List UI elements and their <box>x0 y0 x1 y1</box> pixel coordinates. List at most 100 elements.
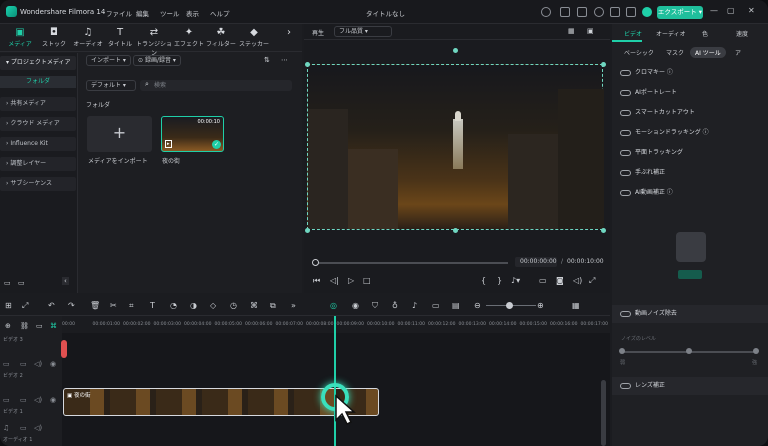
preview-video[interactable] <box>307 64 604 230</box>
timeline-scrollbar[interactable] <box>601 380 606 446</box>
mic-icon[interactable]: ♁ <box>392 301 398 310</box>
mute-icon[interactable]: ◁) <box>34 424 42 432</box>
sidebar-folder[interactable]: フォルダ <box>0 76 76 88</box>
crop-icon[interactable]: ⌗ <box>129 301 134 311</box>
tool-ai-enhance[interactable]: AI動画補正 ⓘ <box>620 187 673 199</box>
tab-speed[interactable]: 速度 <box>736 29 748 38</box>
zoom-out-icon[interactable]: ⊖ <box>474 301 481 310</box>
section-lens-correction[interactable]: レンズ補正 <box>612 377 768 395</box>
speed-icon[interactable]: ◔ <box>170 301 177 310</box>
tab-color[interactable]: 色 <box>702 29 708 38</box>
sidebar-project-media[interactable]: ▾ プロジェクトメディア <box>0 56 76 70</box>
preview-scrubber[interactable] <box>316 262 508 264</box>
toggle[interactable] <box>620 310 631 317</box>
play-icon[interactable]: ▷ <box>348 276 354 285</box>
toggle[interactable] <box>620 89 631 96</box>
minimize-icon[interactable]: — <box>710 6 718 15</box>
toolbar-stock[interactable]: ◘ ストック <box>38 27 70 48</box>
resize-handle[interactable] <box>305 62 310 67</box>
render-icon[interactable]: ◉ <box>352 301 359 310</box>
tool-stabilization[interactable]: 手ぶれ補正 <box>620 167 665 179</box>
snap-icon[interactable]: ◎ <box>330 301 337 310</box>
circle-icon[interactable] <box>541 7 551 17</box>
resize-handle[interactable] <box>305 228 310 233</box>
import-dropdown[interactable]: インポート ▾ <box>86 55 131 66</box>
subtab-more[interactable]: ア <box>735 48 741 57</box>
screen-icon[interactable]: ▭ <box>432 301 440 310</box>
marker-icon[interactable]: ⛉ <box>372 301 378 311</box>
toggle[interactable] <box>620 109 631 116</box>
search-input[interactable]: 検索 <box>140 80 292 91</box>
toolbar-filter[interactable]: ☘ フィルター <box>205 27 237 48</box>
toolbar-audio[interactable]: ♫ オーディオ <box>72 27 104 48</box>
folder-icon[interactable]: ▭ <box>20 360 27 368</box>
toolbar-more[interactable]: › <box>282 27 296 39</box>
toggle[interactable] <box>620 382 631 389</box>
notification-icon[interactable] <box>610 7 620 17</box>
snapshot-icon[interactable]: ▣ <box>587 27 594 35</box>
resize-handle[interactable] <box>453 228 458 233</box>
color-icon[interactable]: ◑ <box>190 301 197 310</box>
quality-dropdown[interactable]: フル品質 ▾ <box>334 26 392 37</box>
new-folder-icon[interactable]: ▭ <box>4 279 11 287</box>
sidebar-item-influence[interactable]: › Influence Kit <box>0 137 76 151</box>
toolbar-media[interactable]: ▣ メディア <box>4 27 36 48</box>
maximize-icon[interactable]: ▢ <box>727 6 735 15</box>
menu-edit[interactable]: 編集 <box>136 8 149 18</box>
slider-stop[interactable] <box>753 348 759 354</box>
subtab-ai-tools[interactable]: AI ツール <box>690 47 726 58</box>
lock-icon[interactable]: ▭ <box>36 322 43 330</box>
split-icon[interactable]: ▤ <box>452 301 460 310</box>
tab-audio[interactable]: オーディオ <box>656 29 686 38</box>
transform-icon[interactable]: ⧉ <box>270 301 276 311</box>
grid-icon[interactable]: ▦ <box>572 301 580 310</box>
select-icon[interactable]: ⤢ <box>22 301 28 311</box>
prev-frame-icon[interactable]: ⏮ <box>313 276 320 286</box>
timer-icon[interactable]: ◷ <box>230 301 237 310</box>
magnet-icon[interactable]: ⌘ <box>50 322 57 330</box>
export-button[interactable]: エクスポート ▾ <box>657 6 703 19</box>
add-track-icon[interactable]: ⊕ <box>5 322 11 330</box>
slider-stop[interactable] <box>619 348 625 354</box>
folder-icon[interactable]: ▭ <box>20 424 27 432</box>
subtab-basic[interactable]: ベーシック <box>624 48 654 57</box>
ai-icon[interactable]: ⌘ <box>250 301 258 310</box>
keyframe-icon[interactable]: ◇ <box>210 301 216 310</box>
eye-icon[interactable]: ◉ <box>50 396 56 404</box>
rotate-handle[interactable] <box>453 48 458 53</box>
scrubber-knob[interactable] <box>312 259 319 266</box>
section-noise-removal[interactable]: 動画ノイズ除去 <box>612 305 768 323</box>
redo-icon[interactable]: ↷ <box>68 301 75 310</box>
tool-planar-tracking[interactable]: 平面トラッキング <box>620 147 683 159</box>
camera-icon[interactable]: ◙ <box>556 276 564 285</box>
resize-handle[interactable] <box>601 228 606 233</box>
mute-icon[interactable]: ◁) <box>34 360 42 368</box>
slider-stop[interactable] <box>686 348 692 354</box>
grid-view-icon[interactable]: ▦ <box>568 27 575 35</box>
record-dropdown[interactable]: ⊙ 録画/録音 ▾ <box>133 55 181 66</box>
layout-icon[interactable]: ⊞ <box>5 301 12 310</box>
sidebar-item-subsequence[interactable]: › サブシーケンス <box>0 177 76 191</box>
save-icon[interactable] <box>560 7 570 17</box>
sidebar-item-shared[interactable]: › 共有メディア <box>0 97 76 111</box>
eye-icon[interactable]: ◉ <box>50 360 56 368</box>
grid-icon[interactable] <box>626 7 636 17</box>
toolbar-title[interactable]: T タイトル <box>104 27 136 48</box>
tool-motion-tracking[interactable]: モーションドラッキング ⓘ <box>620 127 709 139</box>
close-icon[interactable]: ✕ <box>748 6 755 15</box>
playhead[interactable] <box>334 316 336 446</box>
tool-ai-portrait[interactable]: AIポートレート <box>620 87 677 99</box>
subtab-mask[interactable]: マスク <box>666 48 684 57</box>
stop-icon[interactable]: □ <box>363 276 371 285</box>
menu-tools[interactable]: ツール <box>160 8 180 18</box>
mark-in-icon[interactable]: { <box>481 276 486 285</box>
sidebar-item-cloud[interactable]: › クラウド メディア <box>0 117 76 131</box>
resize-handle[interactable] <box>601 62 606 67</box>
fullscreen-icon[interactable]: ⤢ <box>589 276 595 286</box>
timeline-ruler[interactable]: 00:00 00:00:01:00 00:00:02:00 00:00:03:00 00… <box>62 322 610 332</box>
mark-out-icon[interactable]: } <box>497 276 502 285</box>
toolbar-sticker[interactable]: ◆ ステッカー <box>238 27 270 48</box>
media-clip-card[interactable]: 00:00:10 ▸ ✓ <box>161 116 224 152</box>
layout-icon[interactable] <box>577 7 587 17</box>
sidebar-item-adjustment[interactable]: › 調整レイヤー <box>0 157 76 171</box>
